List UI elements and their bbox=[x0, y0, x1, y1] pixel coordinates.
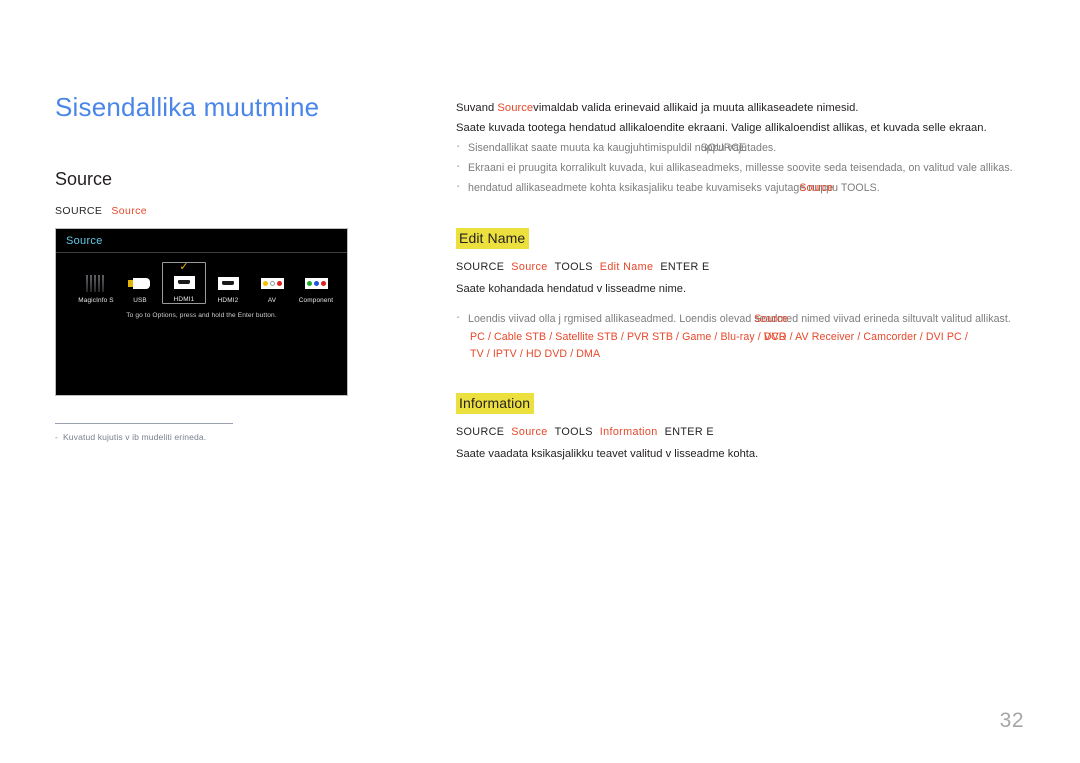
footnote: - Kuvatud kujutis v ib mudeliti erineda. bbox=[55, 423, 240, 442]
edit-name-section: Edit Name SOURCE Source TOOLS Edit Name ENTE… bbox=[456, 228, 1056, 363]
section-title: Source bbox=[55, 169, 113, 189]
intro-p1-after: v bbox=[533, 102, 539, 114]
cmd-enter: ENTER E bbox=[660, 261, 710, 273]
osd-source-row: MagicInfo S USB ✓ HDMI1 HDMI2 AV Compone… bbox=[56, 253, 347, 304]
bullet-item: Sisendallikat saate muuta ka kaugjuhtimi… bbox=[456, 137, 1056, 158]
bullet-item: Ekraani ei pruugita korralikult kuvada, … bbox=[456, 157, 1056, 178]
bullet-item: hendatud allikaseadmete kohta ksikasjali… bbox=[456, 177, 1056, 198]
hdmi-icon bbox=[163, 271, 205, 293]
cmd-tools: TOOLS bbox=[554, 426, 593, 438]
footnote-label: Kuvatud kujutis v ib mudeliti erineda. bbox=[62, 432, 207, 442]
footnote-divider bbox=[55, 423, 233, 424]
device-list-before: PC / Cable STB / Satellite STB / PVR STB… bbox=[470, 331, 764, 343]
breadcrumb: SOURCE Source bbox=[55, 205, 147, 217]
footnote-text: - Kuvatud kujutis v ib mudeliti erineda. bbox=[55, 432, 240, 442]
intro-p1-accent: Source bbox=[497, 102, 534, 114]
information-command-path: SOURCE Source TOOLS Information ENTER E bbox=[456, 426, 1056, 438]
cmd-source-button: SOURCE bbox=[456, 426, 505, 438]
intro-paragraph-1: Suvand Sourcevimaldab valida erinevaid a… bbox=[456, 98, 1056, 118]
bullet-overlap: uppu SOURCE bbox=[701, 138, 747, 158]
intro-p1-before: Suvand bbox=[456, 102, 498, 114]
usb-icon bbox=[118, 272, 162, 294]
bullet-before: hendatud allikaseadmete kohta ksikasjali… bbox=[468, 182, 800, 194]
device-note-overlap-b: Source bbox=[754, 313, 789, 325]
edit-name-description: Saate kohandada hendatud v lisseadme nim… bbox=[456, 283, 687, 295]
component-rca-icon bbox=[294, 272, 338, 294]
left-column: Sisendallika muutmine Source SOURCE Sourc… bbox=[55, 92, 415, 442]
source-item-hdmi2[interactable]: HDMI2 bbox=[206, 263, 250, 304]
osd-hint-text: To go to Options, press and hold the Ent… bbox=[126, 312, 277, 319]
cmd-source-menu: Source bbox=[511, 426, 548, 438]
information-heading: Information bbox=[456, 393, 535, 414]
device-list-overlap: DVD VCR bbox=[764, 329, 787, 346]
right-column: Suvand Sourcevimaldab valida erinevaid a… bbox=[456, 98, 1056, 464]
device-note-before: Loendis viivad olla j rgmised allikasead… bbox=[468, 313, 755, 325]
source-item-hdmi1[interactable]: ✓ HDMI1 bbox=[162, 262, 206, 304]
bullet-overlap-b: Source bbox=[799, 182, 834, 194]
breadcrumb-root: SOURCE bbox=[55, 205, 103, 217]
checkmark-icon: ✓ bbox=[179, 261, 189, 273]
breadcrumb-item: Source bbox=[111, 205, 147, 217]
bullet-overlap: e Source bbox=[799, 178, 833, 198]
edit-name-command-path: SOURCE Source TOOLS Edit Name ENTER E bbox=[456, 261, 1056, 273]
source-item-av[interactable]: AV bbox=[250, 263, 294, 304]
edit-name-heading: Edit Name bbox=[456, 228, 530, 249]
source-item-component[interactable]: Component bbox=[294, 263, 338, 304]
tv-source-screenshot: Source MagicInfo S USB ✓ HDMI1 HDMI2 AV … bbox=[55, 228, 348, 396]
bullet-item: Loendis viivad olla j rgmised allikasead… bbox=[456, 308, 1056, 329]
source-item-magicinfo[interactable]: MagicInfo S bbox=[74, 263, 118, 304]
device-note-after: nimed viivad erineda siltuvalt valitud a… bbox=[798, 313, 1011, 325]
cmd-edit-name: Edit Name bbox=[599, 261, 654, 273]
av-rca-icon bbox=[250, 272, 294, 294]
source-item-label: MagicInfo S bbox=[78, 297, 114, 304]
device-list-line-2: TV / IPTV / HD DVD / DMA bbox=[470, 348, 601, 360]
device-note-overlap: seadmed Source bbox=[754, 309, 798, 329]
osd-header-label: Source bbox=[66, 234, 103, 247]
intro-bullet-list: Sisendallikat saate muuta ka kaugjuhtimi… bbox=[456, 137, 1056, 198]
source-item-label: USB bbox=[133, 297, 147, 304]
page-title: Sisendallika muutmine bbox=[55, 92, 320, 122]
page-number: 32 bbox=[999, 709, 1024, 732]
footnote-dash: - bbox=[55, 432, 58, 442]
source-item-label: HDMI2 bbox=[217, 297, 239, 304]
edit-name-bullet-list: Loendis viivad olla j rgmised allikasead… bbox=[456, 308, 1056, 329]
bullet-before: Sisendallikat saate muuta ka kaugjuhtimi… bbox=[468, 142, 701, 154]
device-list-overlap-b: VCR bbox=[763, 331, 787, 343]
cmd-tools: TOOLS bbox=[554, 261, 593, 273]
information-section: Information SOURCE Source TOOLS Information… bbox=[456, 393, 1056, 464]
bullet-overlap-b: SOURCE bbox=[700, 142, 747, 154]
source-item-label: AV bbox=[267, 297, 277, 304]
source-item-label: Component bbox=[298, 297, 334, 304]
hdmi-icon bbox=[206, 272, 250, 294]
cmd-information: Information bbox=[599, 426, 658, 438]
source-item-label: HDMI1 bbox=[173, 296, 195, 303]
intro-p1-tail: imaldab valida erinevaid allikaid ja muu… bbox=[538, 102, 859, 114]
intro-paragraph-2: Saate kuvada tootega hendatud allikaloen… bbox=[456, 122, 987, 134]
source-item-usb[interactable]: USB bbox=[118, 263, 162, 304]
cmd-source-button: SOURCE bbox=[456, 261, 505, 273]
cmd-source-menu: Source bbox=[511, 261, 548, 273]
device-list-after: / AV Receiver / Camcorder / DVI PC / bbox=[786, 331, 968, 343]
intro-p1-overlap: v bbox=[533, 98, 539, 118]
magicinfo-icon bbox=[74, 272, 118, 294]
device-list-line-1: PC / Cable STB / Satellite STB / PVR STB… bbox=[456, 329, 1056, 346]
information-description: Saate vaadata ksikasjalikku teavet valit… bbox=[456, 448, 759, 460]
osd-header: Source bbox=[56, 229, 347, 253]
cmd-enter: ENTER E bbox=[664, 426, 714, 438]
